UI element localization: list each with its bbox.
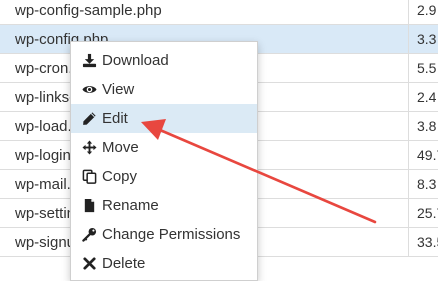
file-name[interactable]: wp-login. (15, 141, 75, 170)
menu-item-copy[interactable]: Copy (71, 162, 257, 191)
file-name[interactable]: wp-cron. (15, 54, 73, 83)
menu-item-label: Rename (102, 197, 159, 214)
pencil-icon (82, 111, 97, 126)
file-size: 33.5 (417, 234, 438, 250)
menu-item-rename[interactable]: Rename (71, 191, 257, 220)
menu-item-view[interactable]: View (71, 75, 257, 104)
menu-item-move[interactable]: Move (71, 133, 257, 162)
column-divider (408, 141, 409, 170)
menu-item-label: Change Permissions (102, 226, 241, 243)
column-divider (408, 25, 409, 54)
menu-item-edit[interactable]: Edit (71, 104, 257, 133)
file-size: 2.4 (417, 89, 437, 105)
key-icon (82, 227, 97, 242)
file-size: 3.8 (417, 118, 437, 134)
close-icon (82, 256, 97, 271)
menu-item-label: Move (102, 139, 139, 156)
menu-item-label: Edit (102, 110, 128, 127)
file-name[interactable]: wp-config-sample.php (15, 0, 162, 25)
file-size: 2.9 (417, 2, 437, 18)
download-icon (82, 53, 97, 68)
column-divider (408, 170, 409, 199)
file-size: 8.3 (417, 176, 437, 192)
eye-icon (82, 82, 97, 97)
file-name[interactable]: wp-settin (15, 199, 75, 228)
move-arrows-icon (82, 140, 97, 155)
column-divider (408, 83, 409, 112)
menu-item-download[interactable]: Download (71, 46, 257, 75)
file-size: 49.7 (417, 147, 438, 163)
file-row[interactable]: wp-config-sample.php 2.9 (0, 0, 438, 25)
column-divider (408, 0, 409, 25)
column-divider (408, 228, 409, 257)
file-size: 5.5 (417, 60, 437, 76)
file-context-menu: Download View Edit Move Copy Rename Chan… (70, 41, 258, 281)
column-divider (408, 199, 409, 228)
file-icon (82, 198, 97, 213)
menu-item-change-permissions[interactable]: Change Permissions (71, 220, 257, 249)
menu-item-label: View (102, 81, 135, 98)
file-size: 3.3 (417, 31, 437, 47)
menu-item-delete[interactable]: Delete (71, 249, 257, 278)
column-divider (408, 112, 409, 141)
menu-item-label: Copy (102, 168, 138, 185)
copy-icon (82, 169, 97, 184)
file-name[interactable]: wp-links- (15, 83, 74, 112)
menu-item-label: Download (102, 52, 169, 69)
file-size: 25.7 (417, 205, 438, 221)
menu-item-label: Delete (102, 255, 146, 272)
column-divider (408, 54, 409, 83)
file-name[interactable]: wp-signu (15, 228, 75, 257)
